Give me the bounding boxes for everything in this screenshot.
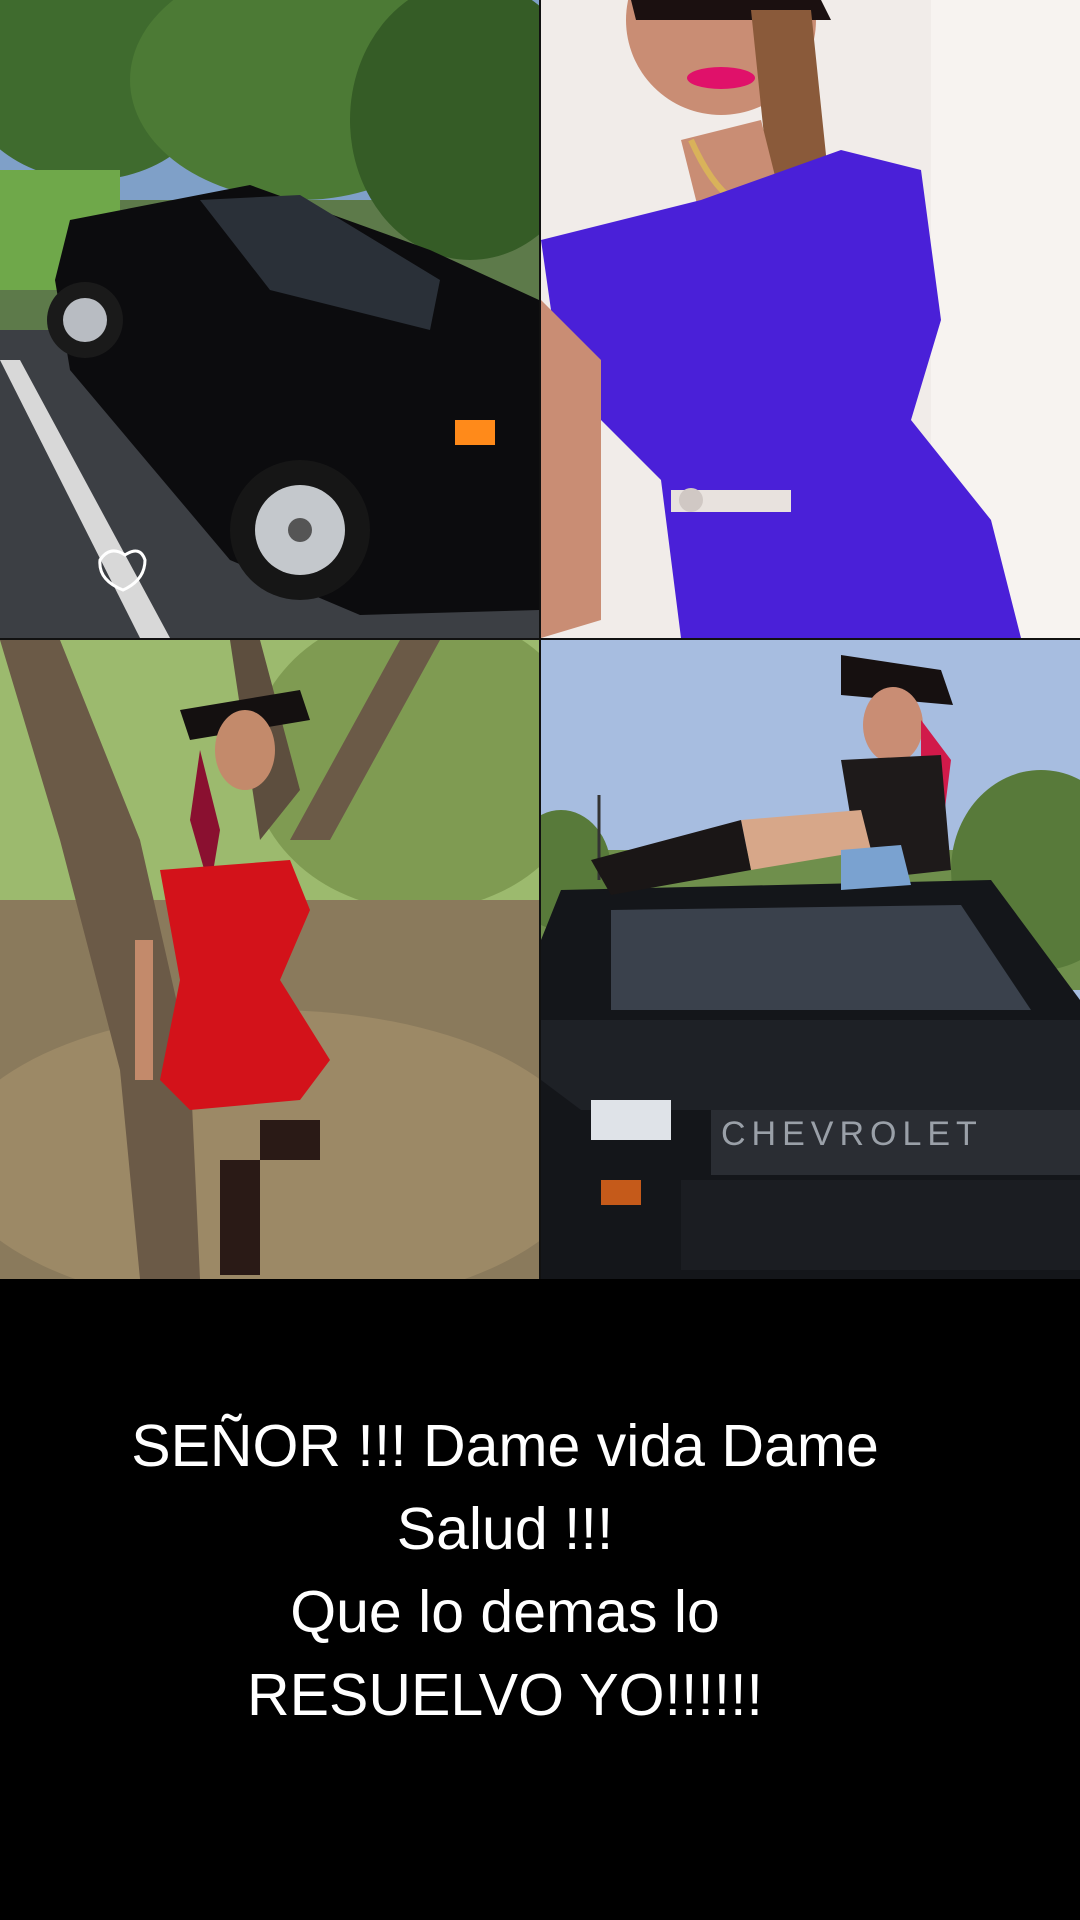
caption-line-4: RESUELVO YO!!!!!! xyxy=(247,1662,763,1728)
photo-collage: CHEVROLET xyxy=(0,0,1080,1279)
caption-line-3: Que lo demas lo xyxy=(290,1579,720,1645)
caption-line-1: SEÑOR !!! Dame vida Dame xyxy=(131,1413,879,1479)
woman-purple-dress-photo xyxy=(541,0,1080,638)
caption-text: SEÑOR !!! Dame vida Dame Salud !!! Que l… xyxy=(40,1405,970,1737)
caption-line-2: Salud !!! xyxy=(396,1496,614,1562)
black-pickup-truck-photo xyxy=(0,0,539,638)
woman-red-dress-tree-photo xyxy=(0,640,539,1279)
truck-grille-text: CHEVROLET xyxy=(721,1115,983,1153)
woman-on-truck-hood-photo: CHEVROLET xyxy=(541,640,1080,1279)
